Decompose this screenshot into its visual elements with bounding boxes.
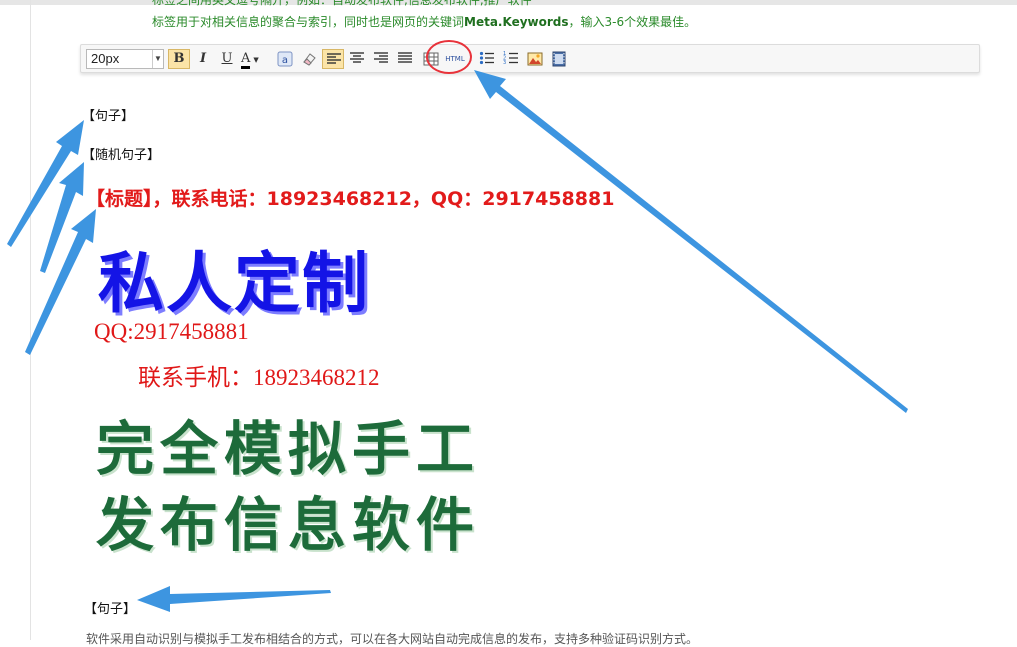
bold-icon: B [173, 51, 185, 66]
align-center-button[interactable] [346, 49, 368, 69]
font-size-value: 20px [91, 51, 120, 66]
italic-icon: I [199, 51, 207, 66]
align-justify-icon [398, 52, 412, 63]
svg-text:a: a [282, 55, 288, 66]
align-justify-button[interactable] [394, 49, 416, 69]
unordered-list-icon [479, 51, 494, 65]
ordered-list-button[interactable]: 123 [500, 49, 522, 69]
arrow-to-title [25, 209, 96, 355]
font-color-icon: A [241, 52, 251, 69]
align-left-icon [327, 53, 341, 64]
background-color-icon: a [277, 51, 293, 67]
align-center-icon [350, 52, 364, 63]
underline-button[interactable]: U [216, 49, 238, 69]
tag-hint-prefix: 标签用于对相关信息的聚合与索引，同时也是网页的关键词 [152, 15, 465, 29]
tag-hint: 标签用于对相关信息的聚合与索引，同时也是网页的关键词Meta.Keywords，… [152, 13, 696, 30]
token-random-sentence: 【随机句子】 [82, 148, 161, 163]
ad-phone: 联系手机：18923468212 [138, 365, 380, 390]
arrow-to-random-sentence [40, 162, 84, 273]
underline-icon: U [221, 51, 233, 66]
ad-banner-image: 私人定制 QQ:2917458881 联系手机：18923468212 完全模拟… [90, 230, 474, 559]
arrow-to-sentence-2 [137, 586, 331, 612]
arrow-to-sentence-1 [7, 120, 84, 247]
title-contact-line: 【标题】，联系电话：18923468212，QQ：2917458881 [86, 188, 615, 210]
insert-video-button[interactable] [548, 49, 570, 69]
insert-image-button[interactable] [524, 49, 546, 69]
tag-hint-clipped: 标签之间用英文逗号隔开，例如：自动发布软件,信息发布软件,推广软件 [152, 0, 532, 7]
arrow-to-html-button [474, 70, 908, 413]
unordered-list-button[interactable] [476, 49, 498, 69]
clear-format-button[interactable] [298, 49, 320, 69]
editor-left-border [30, 0, 31, 640]
font-color-button[interactable]: A ▼ [238, 49, 270, 69]
ad-qq: QQ:2917458881 [94, 319, 249, 344]
html-button-highlight-circle [426, 40, 472, 74]
editor-toolbar: 20px ▼ B I U A ▼ a HTML 123 [80, 44, 980, 73]
image-icon [527, 52, 543, 66]
ad-line-1: 完全模拟手工 [96, 415, 481, 483]
video-icon [552, 51, 566, 67]
tag-hint-keyword: Meta.Keywords [464, 15, 569, 29]
italic-button[interactable]: I [192, 49, 214, 69]
align-right-icon [374, 52, 388, 63]
svg-text:3: 3 [503, 60, 506, 65]
eraser-icon [303, 53, 316, 66]
token-sentence-2: 【句子】 [84, 602, 137, 617]
background-color-button[interactable]: a [274, 49, 296, 69]
align-right-button[interactable] [370, 49, 392, 69]
token-sentence-1: 【句子】 [82, 109, 135, 124]
bold-button[interactable]: B [168, 49, 190, 69]
ordered-list-icon: 123 [503, 51, 518, 65]
bottom-paragraph: 软件采用自动识别与模拟手工发布相结合的方式，可以在各大网站自动完成信息的发布，支… [86, 632, 699, 646]
chevron-down-icon[interactable]: ▼ [152, 50, 163, 68]
ad-headline: 私人定制 [98, 245, 370, 322]
font-size-select[interactable]: 20px ▼ [86, 49, 164, 69]
ad-line-2: 发布信息软件 [96, 491, 481, 559]
align-left-button[interactable] [322, 49, 344, 69]
tag-hint-suffix: ，输入3-6个效果最佳。 [568, 15, 697, 29]
